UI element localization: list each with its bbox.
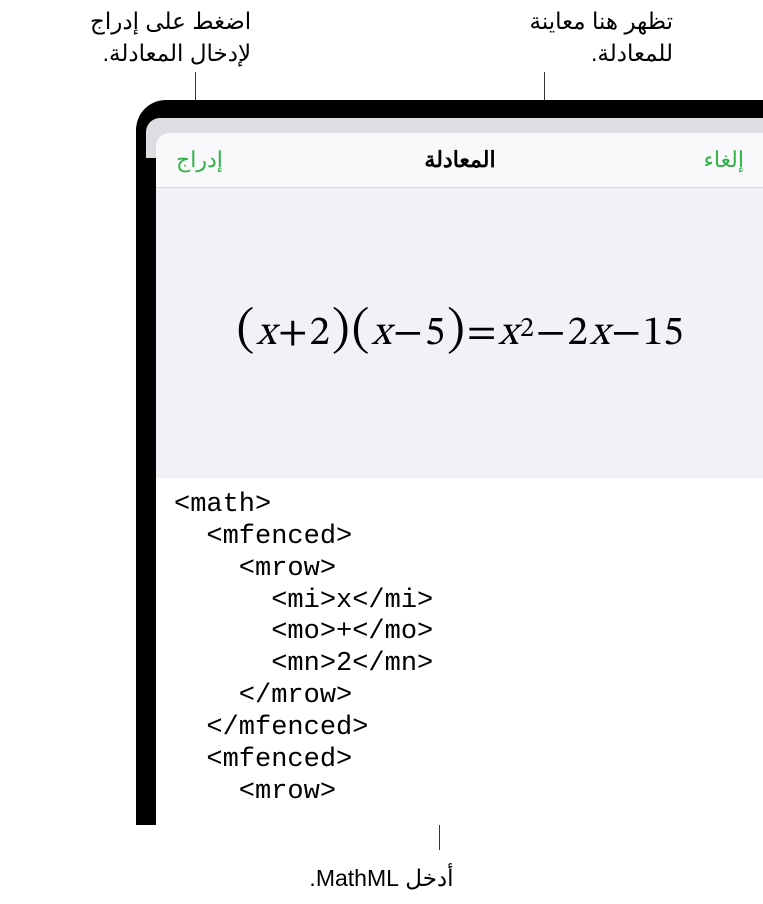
equation-paren-open: (: [352, 300, 370, 363]
callout-preview: تظهر هنا معاينة للمعادلة.: [529, 5, 673, 69]
equation-variable: x: [590, 308, 610, 359]
callout-text-line: تظهر هنا معاينة: [529, 5, 673, 37]
modal-header: إدراج المعادلة إلغاء: [156, 133, 763, 188]
equation-variable: x: [498, 308, 518, 359]
callout-text-line: للمعادلة.: [529, 37, 673, 69]
modal-title: المعادلة: [424, 147, 495, 173]
equation-number: 5: [425, 308, 445, 359]
equation-operator: −: [611, 308, 641, 359]
callout-text-line: لإدخال المعادلة.: [90, 37, 251, 69]
equation-paren-open: (: [236, 300, 254, 363]
callout-insert: اضغط على إدراج لإدخال المعادلة.: [90, 5, 251, 69]
cancel-button[interactable]: إلغاء: [704, 147, 744, 173]
equation-paren-close: ): [447, 300, 465, 363]
equation-superscript: 2: [520, 312, 534, 347]
insert-button[interactable]: إدراج: [176, 147, 223, 173]
equation-number: 2: [567, 308, 587, 359]
equation-modal-sheet: إدراج المعادلة إلغاء (x + 2)(x − 5) = x2…: [156, 133, 763, 825]
callout-mathml: أدخل MathML.: [0, 865, 763, 892]
equation-preview-area: (x + 2)(x − 5) = x2 − 2x − 15: [156, 188, 763, 478]
mathml-code-input[interactable]: <math> <mfenced> <mrow> <mi>x</mi> <mo>+…: [156, 478, 763, 825]
equation-preview: (x + 2)(x − 5) = x2 − 2x − 15: [236, 302, 683, 365]
equation-variable: x: [372, 308, 392, 359]
equation-operator: −: [536, 308, 566, 359]
equation-paren-close: ): [332, 300, 350, 363]
equation-number: 15: [643, 308, 684, 359]
equation-number: 2: [310, 308, 330, 359]
equation-operator: +: [278, 308, 308, 359]
callout-text-line: اضغط على إدراج: [90, 5, 251, 37]
callouts-top: اضغط على إدراج لإدخال المعادلة. تظهر هنا…: [0, 0, 763, 69]
equation-equals: =: [467, 308, 497, 359]
equation-operator: −: [393, 308, 423, 359]
equation-variable: x: [256, 308, 276, 359]
device-frame: إدراج المعادلة إلغاء (x + 2)(x − 5) = x2…: [136, 100, 763, 825]
